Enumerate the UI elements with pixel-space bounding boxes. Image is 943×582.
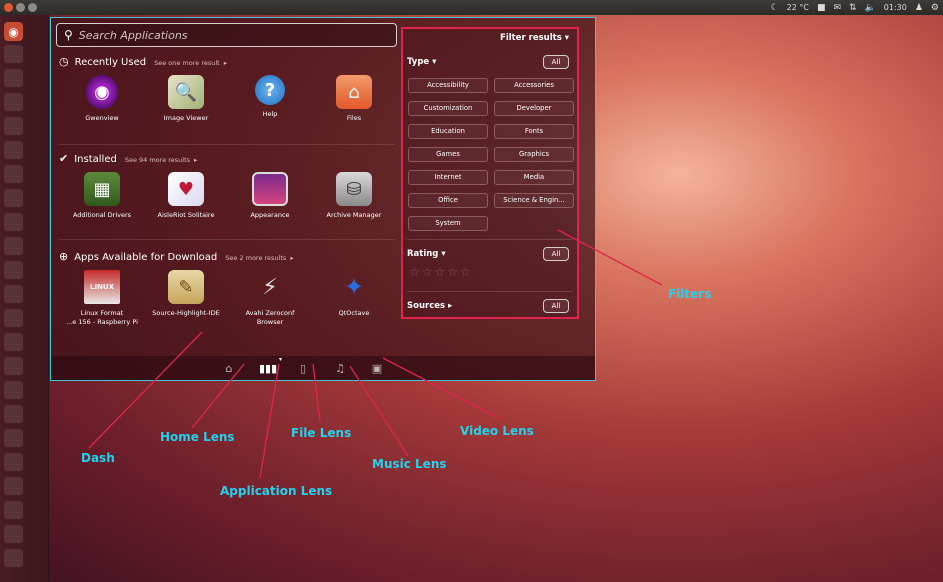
file-lens-arrow — [312, 363, 321, 423]
filters-arrow — [557, 229, 663, 286]
application-lens-annotation: Application Lens — [220, 484, 333, 498]
video-lens-arrow — [382, 357, 499, 419]
music-lens-annotation: Music Lens — [372, 457, 447, 471]
filters-annotation: Filters — [668, 287, 712, 301]
annotation-arrows — [88, 229, 663, 479]
home-lens-arrow — [191, 363, 245, 429]
dash-annotation: Dash — [81, 451, 115, 465]
application-lens-arrow — [259, 363, 280, 479]
video-lens-annotation: Video Lens — [460, 424, 534, 438]
music-lens-arrow — [349, 365, 409, 457]
file-lens-annotation: File Lens — [291, 426, 352, 440]
home-lens-annotation: Home Lens — [160, 430, 235, 444]
